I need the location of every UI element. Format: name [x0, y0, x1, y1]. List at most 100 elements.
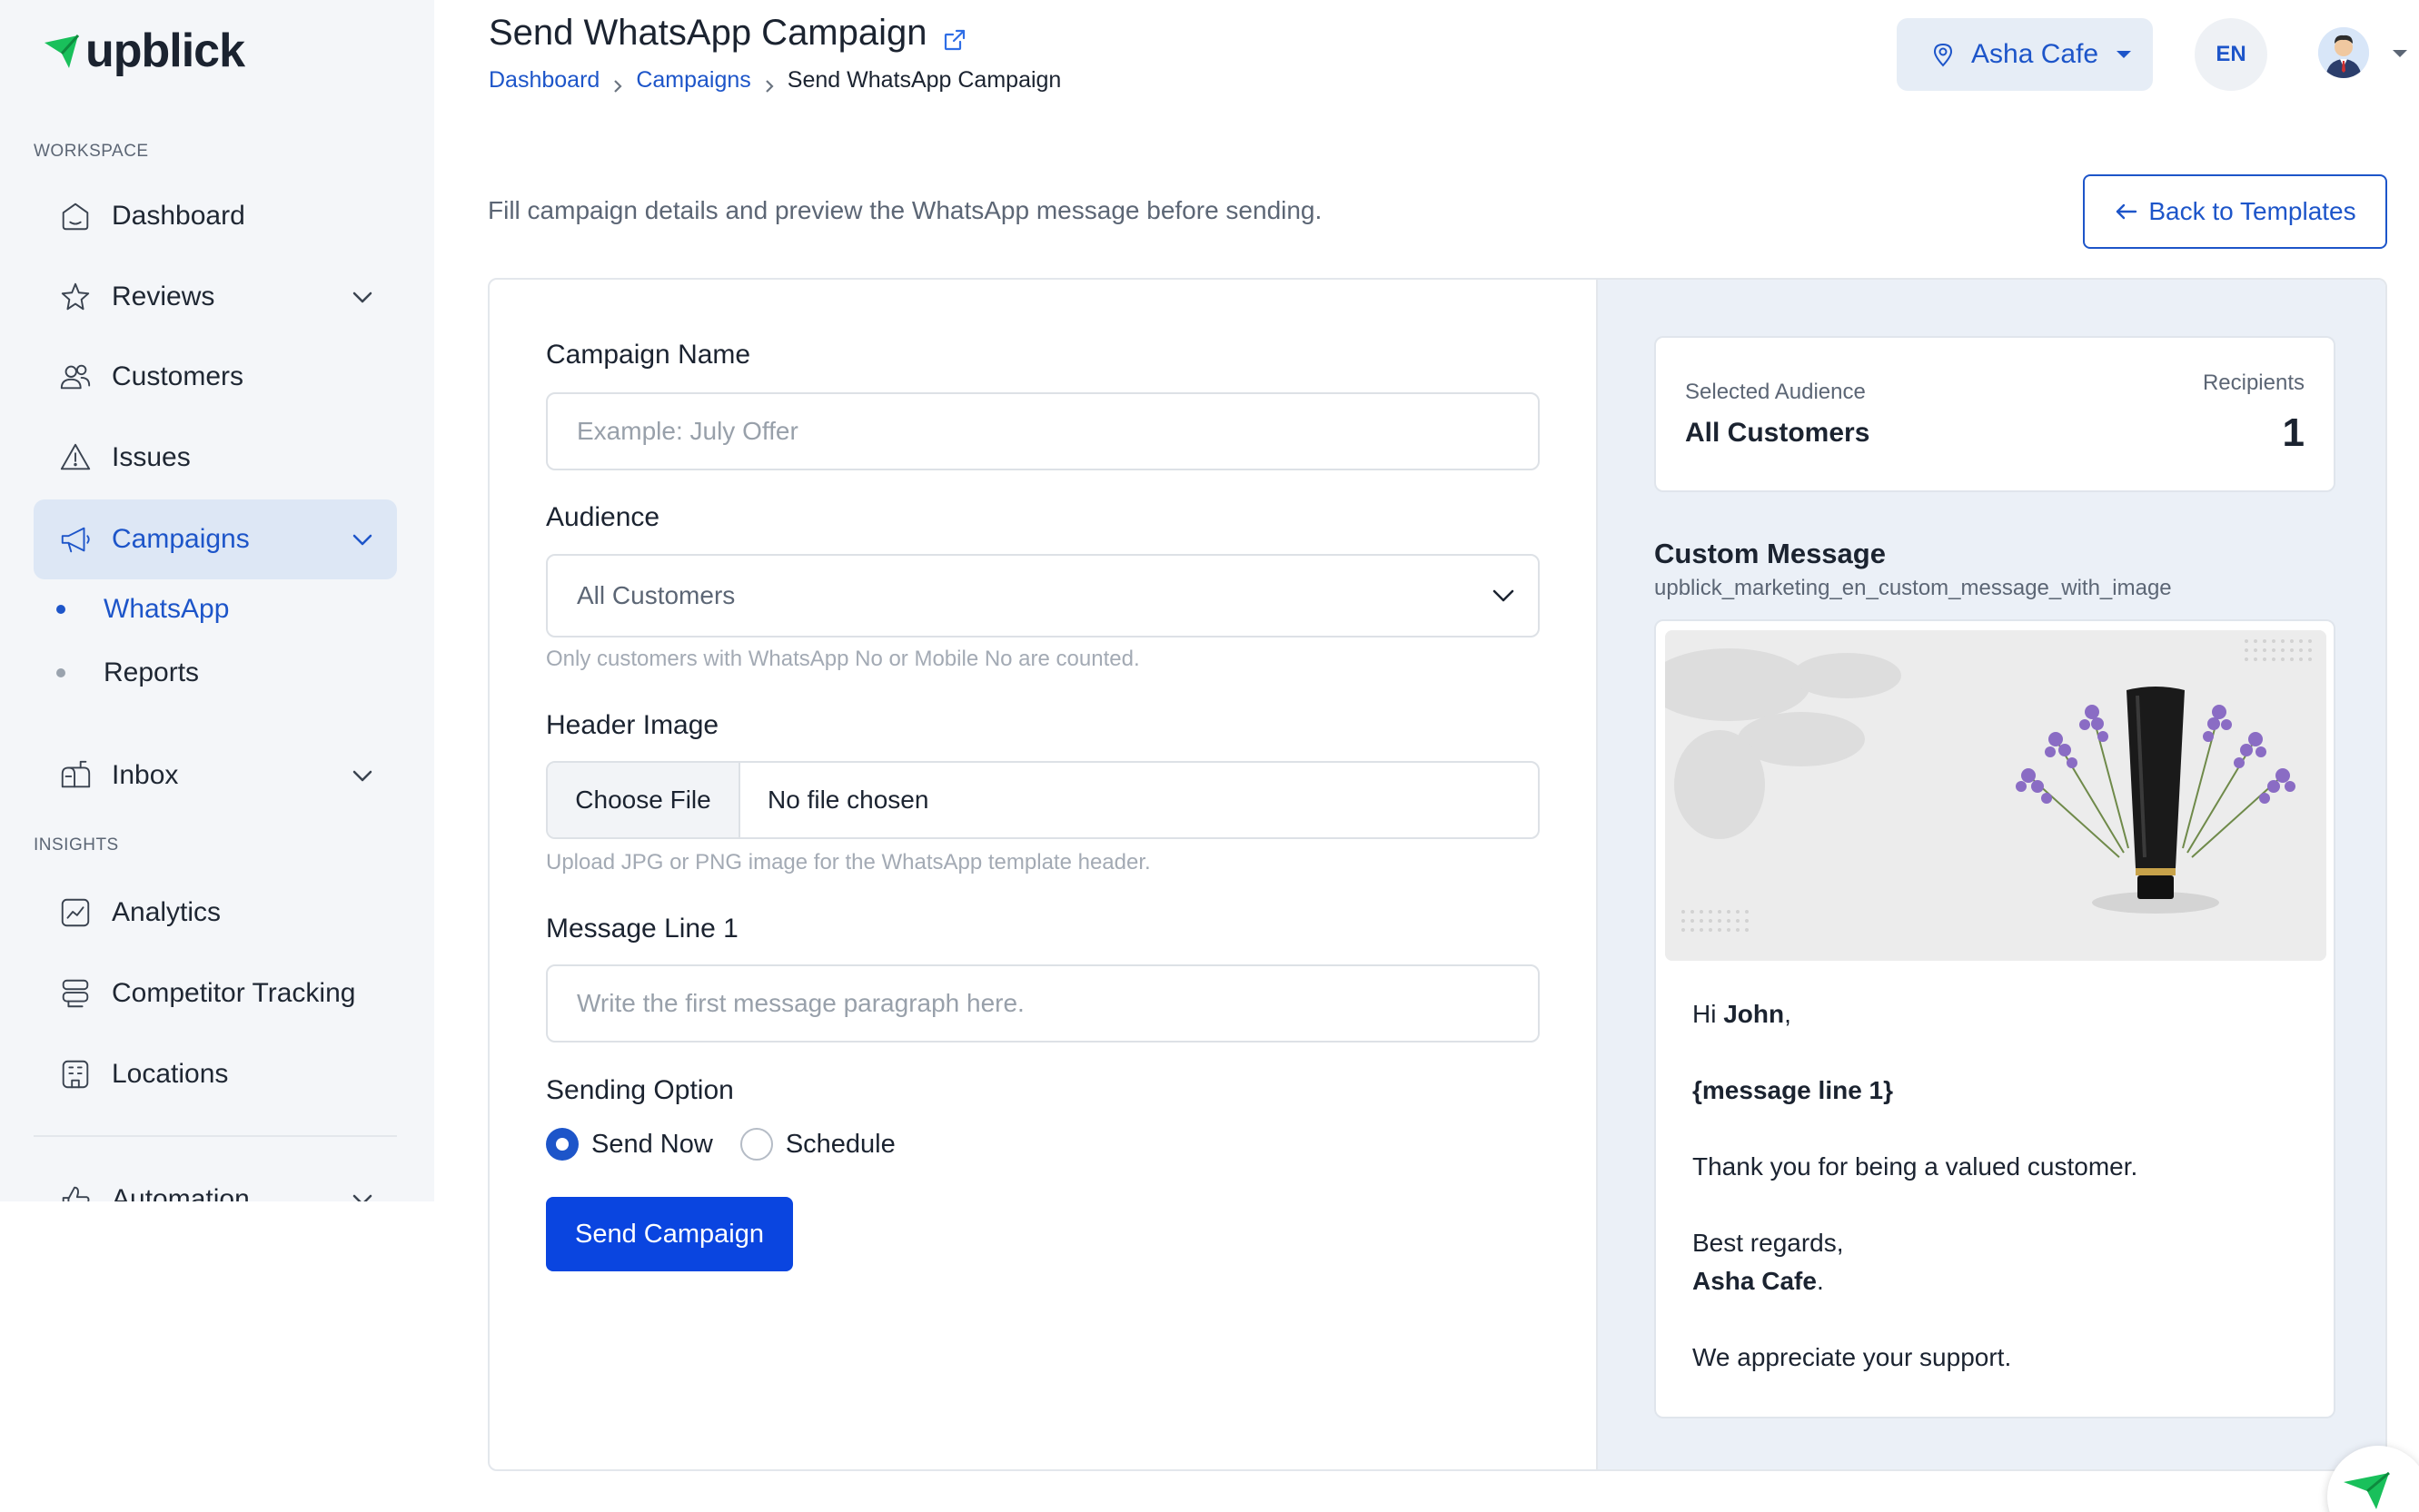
signature-line: Asha Cafe.	[1692, 1267, 1824, 1295]
sidebar-item-inbox[interactable]: Inbox	[34, 736, 397, 815]
sidebar-item-issues[interactable]: Issues	[34, 418, 397, 498]
chevron-down-icon[interactable]	[350, 1187, 375, 1201]
chevron-right-icon	[762, 74, 777, 93]
chart-icon	[57, 894, 94, 931]
chevron-down-icon[interactable]	[350, 527, 375, 552]
page-title: Send WhatsApp Campaign	[489, 13, 967, 54]
message-line-1-label: Message Line 1	[546, 914, 739, 944]
map-pin-icon	[1929, 41, 1957, 68]
recipients-count: 1	[2282, 410, 2305, 455]
warning-icon	[57, 440, 94, 476]
logo-text: upblick	[85, 25, 245, 77]
section-label-insights: INSIGHTS	[34, 835, 119, 855]
campaign-name-placeholder: Example: July Offer	[577, 417, 798, 445]
schedule-radio[interactable]	[739, 1128, 773, 1161]
audience-label: Audience	[546, 502, 660, 532]
message-line-1-input[interactable]: Write the first message paragraph here.	[546, 964, 1540, 1043]
sidebar-item-label: Reviews	[112, 282, 215, 311]
product-tube-image	[1665, 630, 2326, 961]
campaign-form: Campaign Name Example: July Offer Audien…	[490, 280, 1596, 1469]
whatsapp-message-preview: Hi John, {message line 1} Thank you for …	[1654, 619, 2335, 1418]
sidebar-item-dashboard[interactable]: Dashboard	[34, 176, 397, 256]
selected-audience-value: All Customers	[1685, 418, 1870, 448]
thanks-line: Thank you for being a valued customer.	[1692, 1152, 2138, 1181]
message-line-1-preview: {message line 1}	[1692, 1076, 1894, 1104]
sidebar-item-locations[interactable]: Locations	[34, 1034, 397, 1114]
bullet-dot	[56, 605, 65, 614]
send-now-label[interactable]: Send Now	[591, 1130, 713, 1160]
template-id: upblick_marketing_en_custom_message_with…	[1654, 576, 2172, 600]
sidebar-item-label: Locations	[112, 1059, 229, 1089]
section-label-workspace: WORKSPACE	[34, 142, 149, 161]
schedule-label[interactable]: Schedule	[786, 1130, 896, 1160]
sending-option-group: Send Now Schedule	[546, 1128, 923, 1161]
audience-help-text: Only customers with WhatsApp No or Mobil…	[546, 647, 1140, 671]
breadcrumb: Dashboard Campaigns Send WhatsApp Campai…	[489, 67, 1061, 94]
chevron-down-icon[interactable]	[350, 284, 375, 310]
home-icon	[57, 198, 94, 234]
sidebar-item-label: Analytics	[112, 897, 222, 927]
sidebar-item-label: Dashboard	[112, 201, 245, 231]
sidebar-item-customers[interactable]: Customers	[34, 337, 397, 417]
recipients-label: Recipients	[2202, 371, 2305, 395]
star-icon	[57, 279, 94, 315]
arrow-left-icon	[2114, 199, 2139, 224]
upblick-logo-icon	[2344, 1471, 2390, 1509]
breadcrumb-link-campaigns[interactable]: Campaigns	[636, 67, 750, 94]
sidebar-item-campaigns[interactable]: Campaigns	[34, 499, 397, 579]
header-image-preview	[1665, 630, 2326, 961]
avatar[interactable]	[2318, 27, 2369, 78]
user-avatar-icon	[2318, 27, 2369, 78]
breadcrumb-link-dashboard[interactable]: Dashboard	[489, 67, 600, 94]
chevron-down-icon[interactable]	[350, 763, 375, 788]
server-icon	[57, 975, 94, 1012]
sidebar-item-competitor-tracking[interactable]: Competitor Tracking	[34, 954, 397, 1033]
send-now-radio[interactable]	[546, 1128, 579, 1161]
template-title: Custom Message	[1654, 538, 1886, 569]
sidebar-item-analytics[interactable]: Analytics	[34, 873, 397, 953]
logo[interactable]: upblick	[42, 25, 245, 77]
header-image-help-text: Upload JPG or PNG image for the WhatsApp…	[546, 850, 1151, 875]
sidebar-subitem-reports[interactable]: Reports	[56, 657, 199, 688]
page-title-text: Send WhatsApp Campaign	[489, 13, 927, 53]
campaign-card: Campaign Name Example: July Offer Audien…	[488, 278, 2387, 1471]
message-line-1-placeholder: Write the first message paragraph here.	[577, 989, 1025, 1017]
sidebar: upblick WORKSPACE Dashboard Reviews Cust…	[0, 0, 434, 1201]
back-button-label: Back to Templates	[2148, 197, 2356, 225]
mailbox-icon	[57, 757, 94, 794]
location-name: Asha Cafe	[1971, 39, 2099, 69]
greeting-line: Hi John,	[1692, 1000, 1791, 1028]
sidebar-item-label: Competitor Tracking	[112, 978, 356, 1008]
caret-down-icon[interactable]	[2393, 50, 2407, 57]
sidebar-item-label: Campaigns	[112, 524, 250, 554]
thumbs-up-icon	[57, 1181, 94, 1201]
sending-option-label: Sending Option	[546, 1075, 734, 1105]
send-campaign-button[interactable]: Send Campaign	[546, 1197, 793, 1271]
sidebar-divider	[34, 1135, 397, 1137]
upblick-logo-icon	[45, 34, 80, 68]
message-body: Hi John, {message line 1} Thank you for …	[1692, 995, 2301, 1377]
choose-file-button[interactable]: Choose File	[548, 763, 740, 837]
building-icon	[57, 1056, 94, 1092]
header-image-file-input[interactable]: Choose File No file chosen	[546, 761, 1540, 839]
caret-down-icon	[2117, 51, 2132, 58]
breadcrumb-current: Send WhatsApp Campaign	[787, 67, 1062, 93]
recipient-name: John	[1723, 1000, 1785, 1028]
campaign-name-input[interactable]: Example: July Offer	[546, 392, 1540, 470]
sidebar-subitem-label: WhatsApp	[104, 594, 230, 624]
users-icon	[57, 359, 94, 395]
audience-selected-value: All Customers	[577, 581, 736, 609]
business-name: Asha Cafe	[1692, 1267, 1817, 1295]
sidebar-item-label: Automation	[112, 1184, 250, 1201]
sidebar-item-reviews[interactable]: Reviews	[34, 257, 397, 337]
external-link-icon[interactable]	[942, 21, 967, 50]
audience-select[interactable]: All Customers	[546, 554, 1540, 637]
sidebar-item-label: Inbox	[112, 760, 179, 790]
location-selector[interactable]: Asha Cafe	[1897, 18, 2153, 91]
closing-line: We appreciate your support.	[1692, 1343, 2012, 1371]
language-selector[interactable]: EN	[2195, 18, 2267, 91]
back-to-templates-button[interactable]: Back to Templates	[2083, 174, 2387, 249]
sidebar-subitem-whatsapp[interactable]: WhatsApp	[56, 594, 229, 625]
header-image-label: Header Image	[546, 710, 719, 740]
sidebar-item-automation[interactable]: Automation	[34, 1160, 397, 1201]
